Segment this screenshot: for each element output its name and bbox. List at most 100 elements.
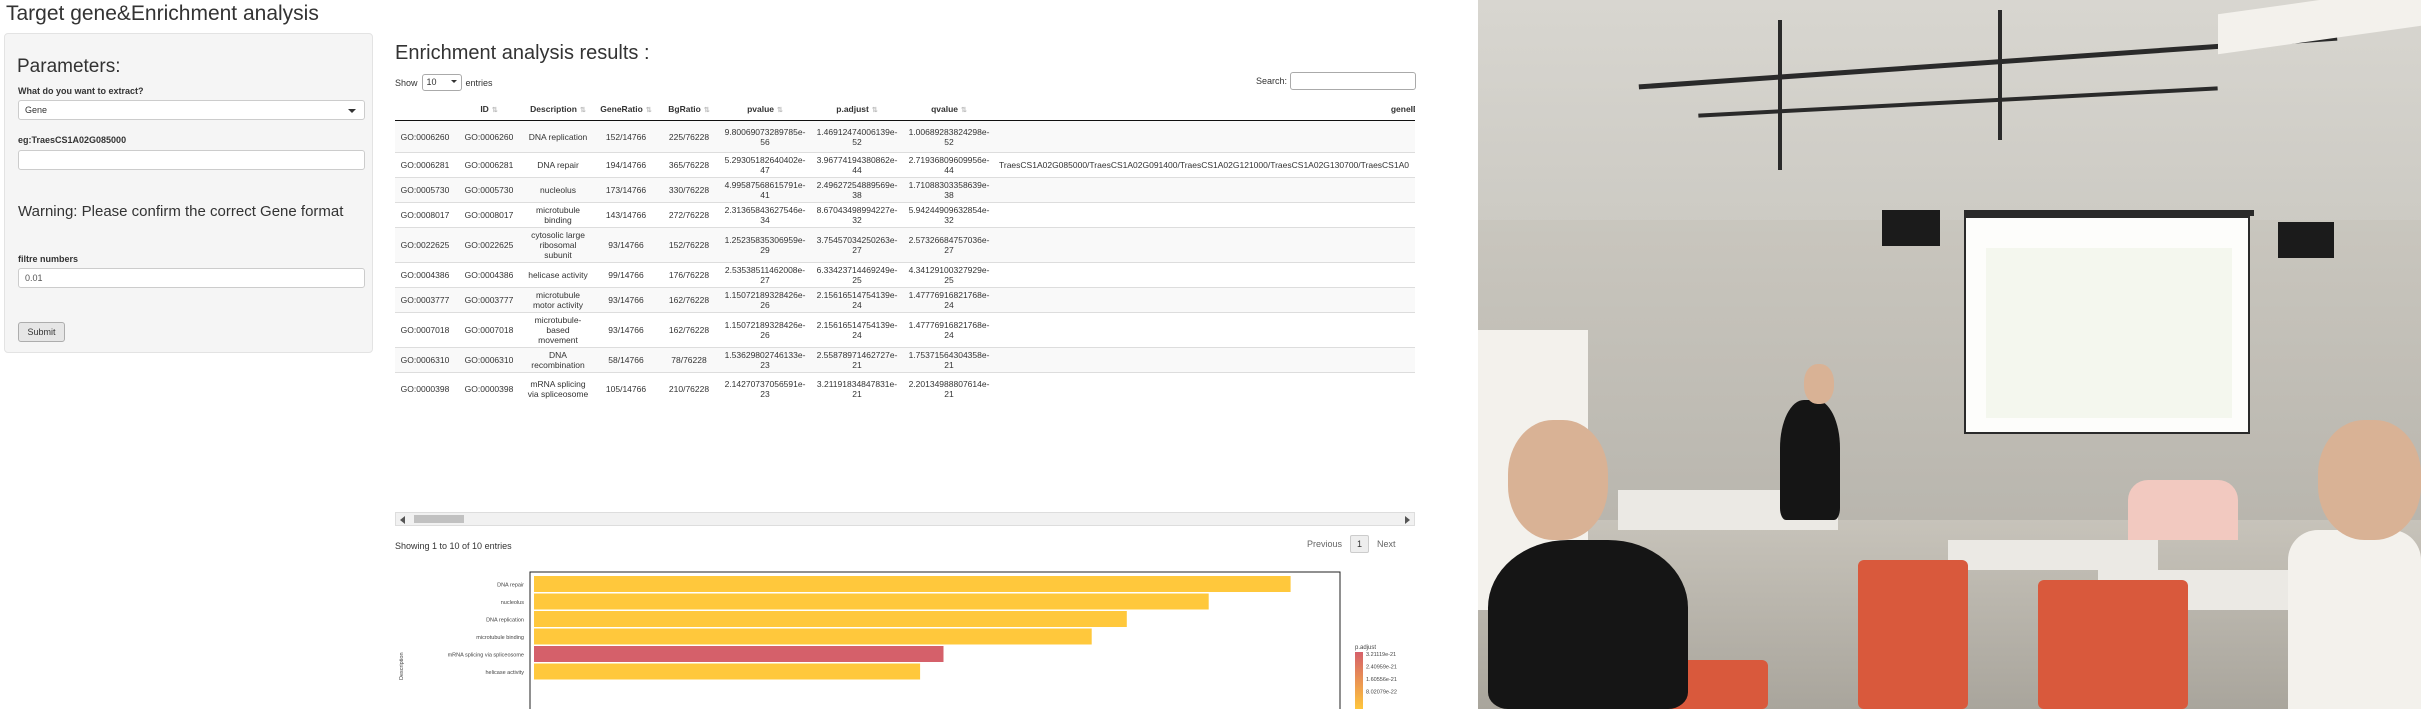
y-tick-label: DNA replication bbox=[486, 618, 524, 624]
page-1-button[interactable]: 1 bbox=[1350, 535, 1370, 553]
column-header-geneid[interactable]: geneID bbox=[995, 98, 1415, 121]
table-cell: 2.15616514754139e-24 bbox=[811, 312, 903, 348]
filtre-input[interactable]: 0.01 bbox=[18, 268, 365, 288]
y-tick-label: microtubule binding bbox=[476, 635, 524, 641]
table-cell bbox=[995, 372, 1415, 405]
app-title: Target gene&Enrichment analysis bbox=[6, 2, 319, 25]
legend-colorbar bbox=[1355, 652, 1363, 709]
table-row[interactable]: GO:0003777 GO:0003777 microtubule motor ac… bbox=[395, 287, 1415, 313]
warning-text: Warning: Please confirm the correct Gene… bbox=[18, 203, 344, 220]
submit-button[interactable]: Submit bbox=[18, 322, 65, 342]
column-header-generatio[interactable]: GeneRatio ⇅ bbox=[593, 98, 659, 121]
extract-select[interactable]: Gene bbox=[18, 100, 365, 120]
sort-icon: ⇅ bbox=[491, 107, 498, 114]
table-row[interactable]: GO:0006260 GO:0006260 DNA replication 152/1… bbox=[395, 120, 1415, 153]
table-cell: 99/14766 bbox=[593, 262, 659, 288]
table-cell: nucleolus bbox=[523, 177, 593, 203]
table-row[interactable]: GO:0005730 GO:0005730 nucleolus 173/14766 33… bbox=[395, 177, 1415, 203]
table-cell: 1.46912474006139e-52 bbox=[811, 120, 903, 153]
y-tick-label: DNA repair bbox=[497, 583, 524, 589]
table-cell: 173/14766 bbox=[593, 177, 659, 203]
table-row[interactable]: GO:0007018 GO:0007018 microtubule-based mo… bbox=[395, 312, 1415, 348]
chevron-down-icon bbox=[450, 80, 457, 83]
table-cell: 330/76228 bbox=[659, 177, 719, 203]
table-row[interactable]: GO:0022625 GO:0022625 cytosolic large ribo… bbox=[395, 227, 1415, 263]
table-cell: 2.57326684757036e-27 bbox=[903, 227, 995, 263]
scrollbar-thumb[interactable] bbox=[414, 515, 464, 523]
table-cell: GO:0004386 bbox=[455, 262, 523, 288]
table-cell: 4.34129100327929e-25 bbox=[903, 262, 995, 288]
results-table: ID ⇅ Description ⇅ GeneRatio ⇅ BgRatio ⇅ pvalue ⇅… bbox=[395, 98, 1415, 405]
table-row[interactable]: GO:0006310 GO:0006310 DNA recombination 58/… bbox=[395, 347, 1415, 373]
table-cell: 3.96774194380862e-44 bbox=[811, 152, 903, 178]
table-cell: microtubule motor activity bbox=[523, 287, 593, 313]
sort-icon: ⇅ bbox=[579, 107, 586, 114]
y-tick-label: nucleolus bbox=[501, 600, 524, 606]
column-header-label: geneID bbox=[1390, 104, 1415, 114]
table-cell: 58/14766 bbox=[593, 347, 659, 373]
column-header-rowname[interactable] bbox=[395, 98, 455, 121]
shiny-app: Target gene&Enrichment analysis Paramete… bbox=[0, 0, 1478, 709]
gene-input[interactable] bbox=[18, 150, 365, 170]
column-header-qvalue[interactable]: qvalue ⇅ bbox=[903, 98, 995, 121]
table-cell: GO:0003777 bbox=[395, 287, 455, 313]
column-header-label: ID bbox=[480, 104, 489, 114]
table-cell: 2.15616514754139e-24 bbox=[811, 287, 903, 313]
legend-tick-label: 2.40959e-21 bbox=[1366, 665, 1397, 671]
previous-page-button[interactable]: Previous bbox=[1307, 539, 1342, 549]
page-length-select[interactable]: 10 bbox=[421, 74, 462, 91]
table-cell: GO:0008017 bbox=[395, 202, 455, 228]
table-cell: 93/14766 bbox=[593, 287, 659, 313]
bar-dna-repair bbox=[534, 576, 1291, 592]
chevron-down-icon bbox=[348, 109, 356, 113]
column-header-label: qvalue bbox=[931, 104, 959, 114]
table-cell bbox=[995, 227, 1415, 263]
table-cell: 1.71088303358639e-38 bbox=[903, 177, 995, 203]
table-cell: 210/76228 bbox=[659, 372, 719, 405]
table-cell: 2.49627254889569e-38 bbox=[811, 177, 903, 203]
parameters-panel: Parameters: What do you want to extract?… bbox=[4, 33, 373, 353]
table-search: Search: bbox=[1256, 72, 1417, 90]
next-page-button[interactable]: Next bbox=[1377, 539, 1396, 549]
column-header-pvalue[interactable]: pvalue ⇅ bbox=[719, 98, 811, 121]
table-cell: GO:0005730 bbox=[455, 177, 523, 203]
sort-icon: ⇅ bbox=[777, 107, 783, 114]
y-tick-label: helicase activity bbox=[485, 670, 524, 676]
parameters-heading: Parameters: bbox=[17, 56, 121, 77]
column-header-id[interactable]: ID ⇅ bbox=[455, 98, 523, 121]
column-header-p-adjust[interactable]: p.adjust ⇅ bbox=[811, 98, 903, 121]
table-cell: 3.21191834847831e-21 bbox=[811, 372, 903, 405]
table-cell: 162/76228 bbox=[659, 312, 719, 348]
table-cell bbox=[995, 287, 1415, 313]
column-header-bgratio[interactable]: BgRatio ⇅ bbox=[659, 98, 719, 121]
bar-dna-replication bbox=[534, 611, 1127, 627]
column-header-description[interactable]: Description ⇅ bbox=[523, 98, 593, 121]
scroll-right-arrow-icon[interactable] bbox=[1405, 516, 1410, 524]
table-cell: GO:0004386 bbox=[395, 262, 455, 288]
table-cell: 8.67043498994227e-32 bbox=[811, 202, 903, 228]
table-cell: 1.15072189328426e-26 bbox=[719, 287, 811, 313]
bar-microtubule-binding bbox=[534, 628, 1092, 645]
table-cell: 1.00689283824298e-52 bbox=[903, 120, 995, 153]
search-input[interactable] bbox=[1290, 72, 1417, 90]
table-cell: GO:0006281 bbox=[395, 152, 455, 178]
search-label: Search: bbox=[1256, 76, 1288, 86]
table-row[interactable]: GO:0004386 GO:0004386 helicase activity 99/… bbox=[395, 262, 1415, 288]
table-horizontal-scrollbar[interactable] bbox=[395, 512, 1415, 526]
show-label: Show bbox=[395, 77, 418, 88]
table-cell: microtubule binding bbox=[523, 202, 593, 228]
table-row[interactable]: GO:0006281 GO:0006281 DNA repair 194/14766 3… bbox=[395, 152, 1415, 178]
scroll-left-arrow-icon[interactable] bbox=[400, 516, 405, 524]
results-title: Enrichment analysis results : bbox=[395, 42, 650, 64]
table-cell bbox=[995, 312, 1415, 348]
table-row[interactable]: GO:0000398 GO:0000398 mRNA splicing via sp… bbox=[395, 372, 1415, 405]
entries-label: entries bbox=[465, 77, 493, 88]
bar-nucleolus bbox=[534, 593, 1209, 610]
bar-mrna-splicing-via-spliceosome bbox=[534, 646, 944, 662]
table-cell: GO:0005730 bbox=[395, 177, 455, 203]
table-row[interactable]: GO:0008017 GO:0008017 microtubule binding 1… bbox=[395, 202, 1415, 228]
table-cell: GO:0006260 bbox=[395, 120, 455, 153]
table-cell: GO:0006310 bbox=[455, 347, 523, 373]
table-cell: 365/76228 bbox=[659, 152, 719, 178]
y-tick-label: mRNA splicing via spliceosome bbox=[448, 653, 524, 659]
